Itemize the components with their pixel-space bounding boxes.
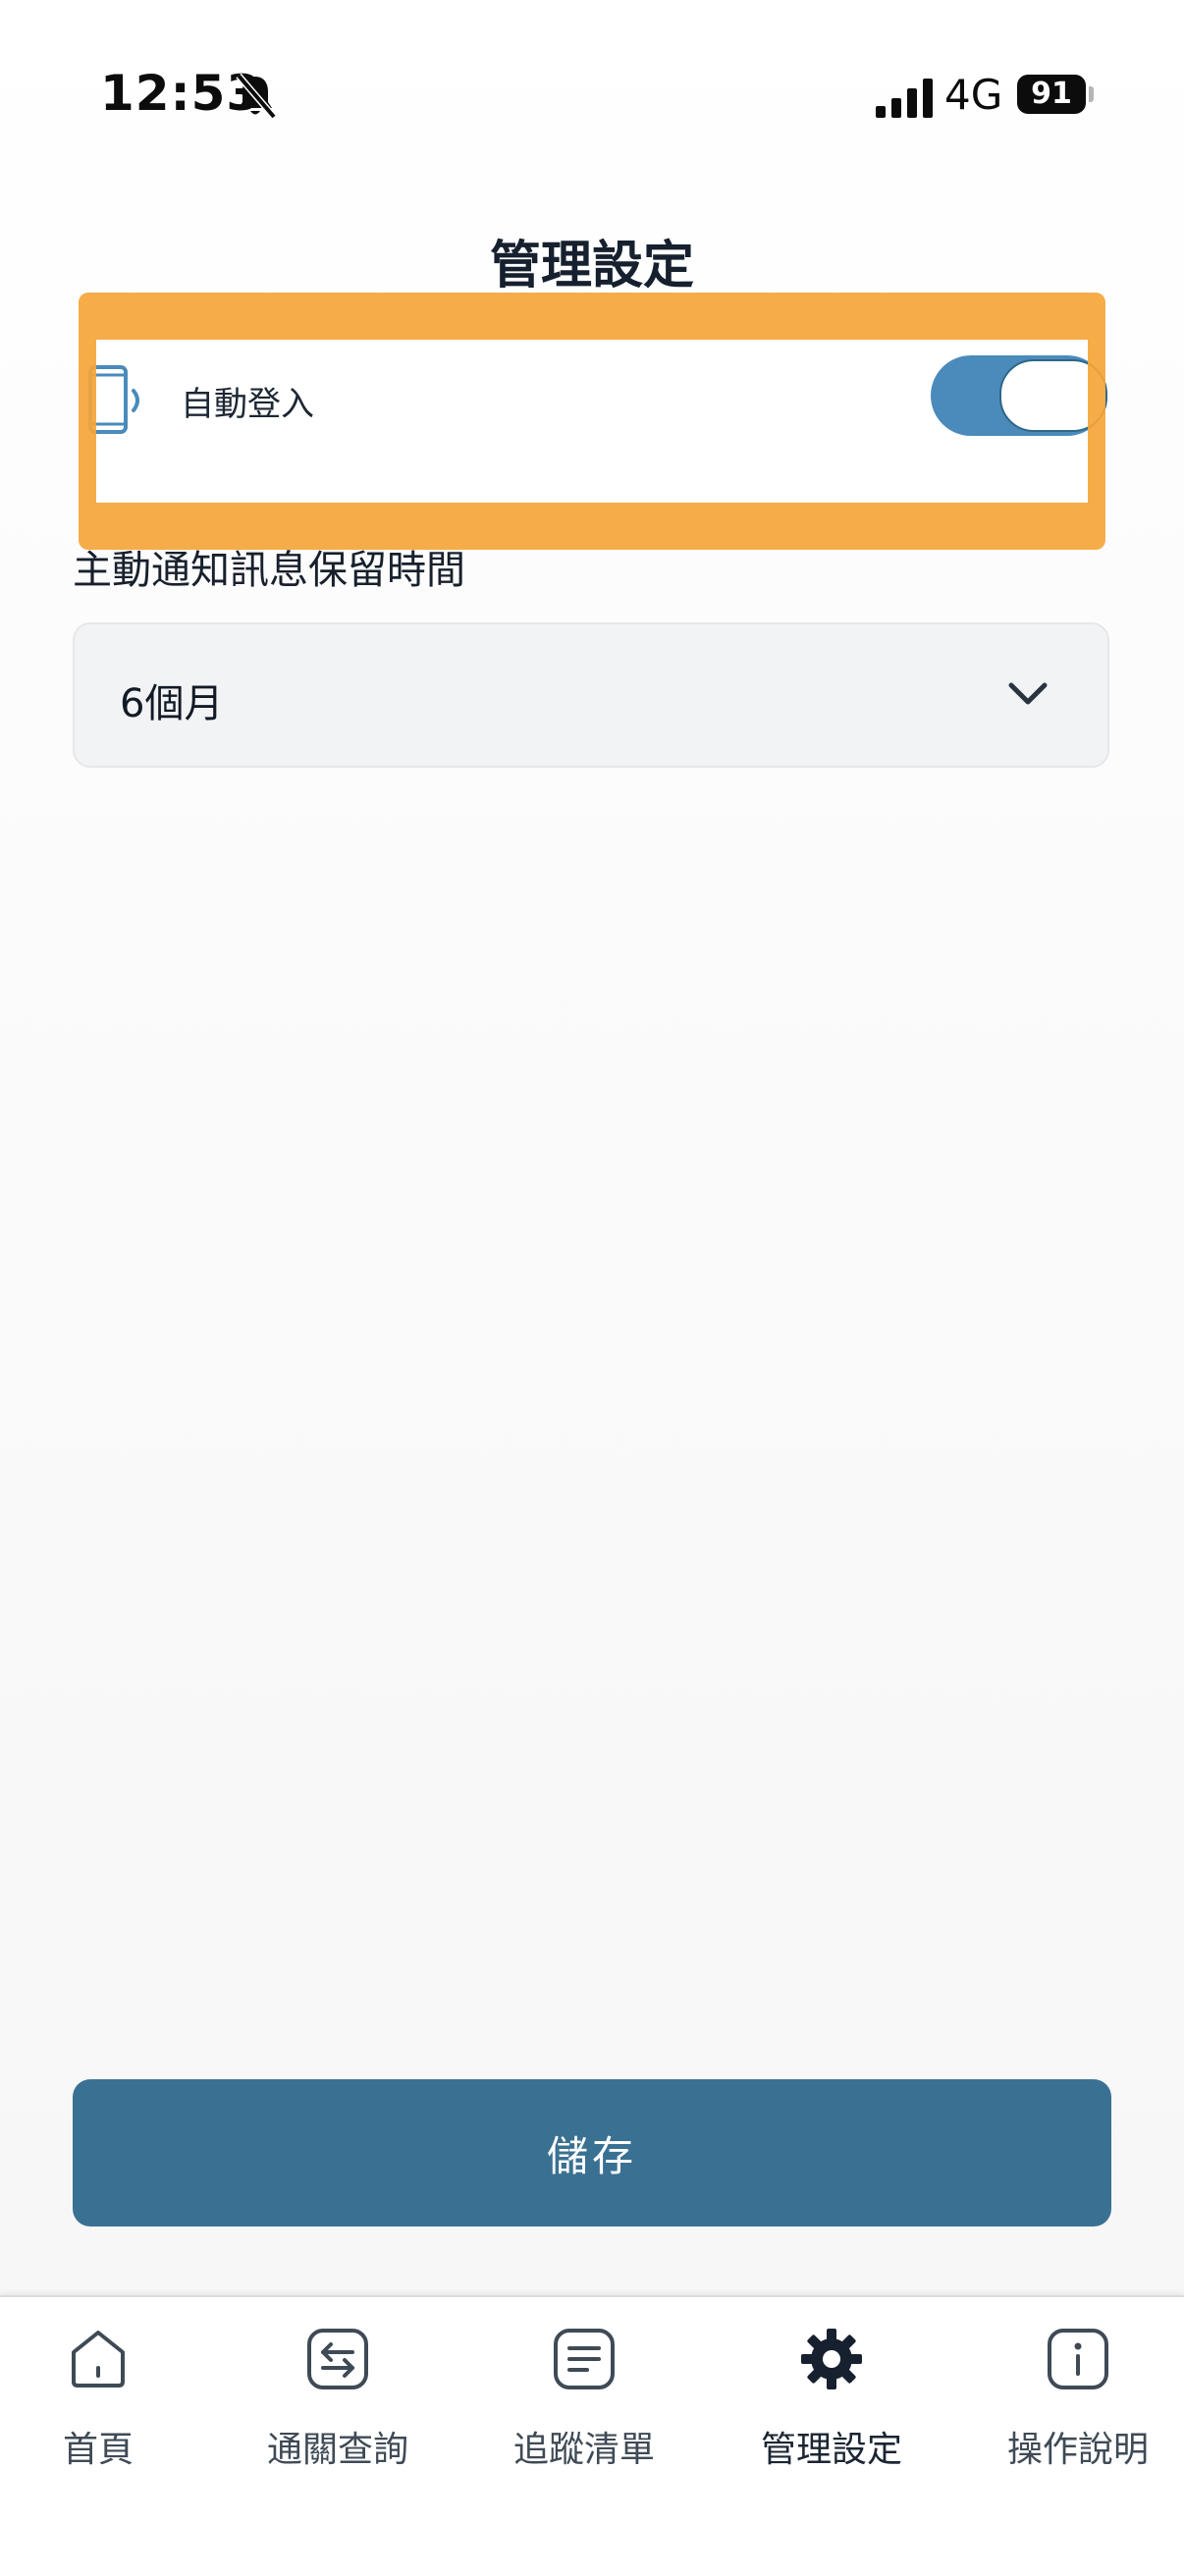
auto-login-row: 自動登入 bbox=[77, 310, 1107, 516]
nav-label-home: 首頁 bbox=[62, 2430, 134, 2470]
nav-label-customs-query: 通關查詢 bbox=[266, 2430, 408, 2470]
battery-tip bbox=[1089, 86, 1094, 102]
toggle-knob bbox=[999, 359, 1107, 432]
bottom-nav: 首頁 通關查詢 追蹤清單 管理設定 操作說明 bbox=[0, 2295, 1184, 2576]
save-button[interactable]: 儲存 bbox=[73, 2079, 1111, 2227]
signal-icon bbox=[876, 79, 933, 118]
nav-item-help[interactable]: 操作說明 bbox=[980, 2327, 1176, 2474]
retention-selected-value: 6個月 bbox=[120, 681, 224, 726]
phone-signal-icon bbox=[88, 365, 139, 434]
nav-item-customs-query[interactable]: 通關查詢 bbox=[240, 2327, 436, 2474]
page-title: 管理設定 bbox=[489, 237, 694, 295]
nav-label-settings: 管理設定 bbox=[760, 2430, 902, 2470]
nav-label-help: 操作說明 bbox=[1006, 2430, 1149, 2470]
retention-select[interactable]: 6個月 bbox=[73, 622, 1109, 768]
auto-login-toggle[interactable] bbox=[931, 355, 1107, 436]
chevron-down-icon bbox=[1008, 682, 1048, 705]
gear-icon bbox=[801, 2329, 862, 2389]
network-type: 4G bbox=[944, 71, 1003, 119]
nav-item-home[interactable]: 首頁 bbox=[0, 2327, 196, 2474]
home-icon bbox=[72, 2331, 125, 2388]
retention-label: 主動通知訊息保留時間 bbox=[73, 548, 465, 593]
battery-icon: 91 bbox=[1017, 75, 1094, 114]
swap-icon bbox=[307, 2329, 368, 2389]
status-bar: 12:53 4G 91 bbox=[0, 0, 1184, 187]
list-icon bbox=[554, 2329, 615, 2389]
auto-login-label: 自動登入 bbox=[181, 385, 314, 424]
nav-item-tracking-list[interactable]: 追蹤清單 bbox=[486, 2327, 682, 2474]
bell-muted-icon bbox=[236, 73, 277, 120]
nav-item-settings[interactable]: 管理設定 bbox=[733, 2327, 930, 2474]
info-icon bbox=[1048, 2329, 1108, 2389]
battery-level: 91 bbox=[1017, 75, 1086, 114]
nav-label-tracking-list: 追蹤清單 bbox=[512, 2430, 655, 2470]
